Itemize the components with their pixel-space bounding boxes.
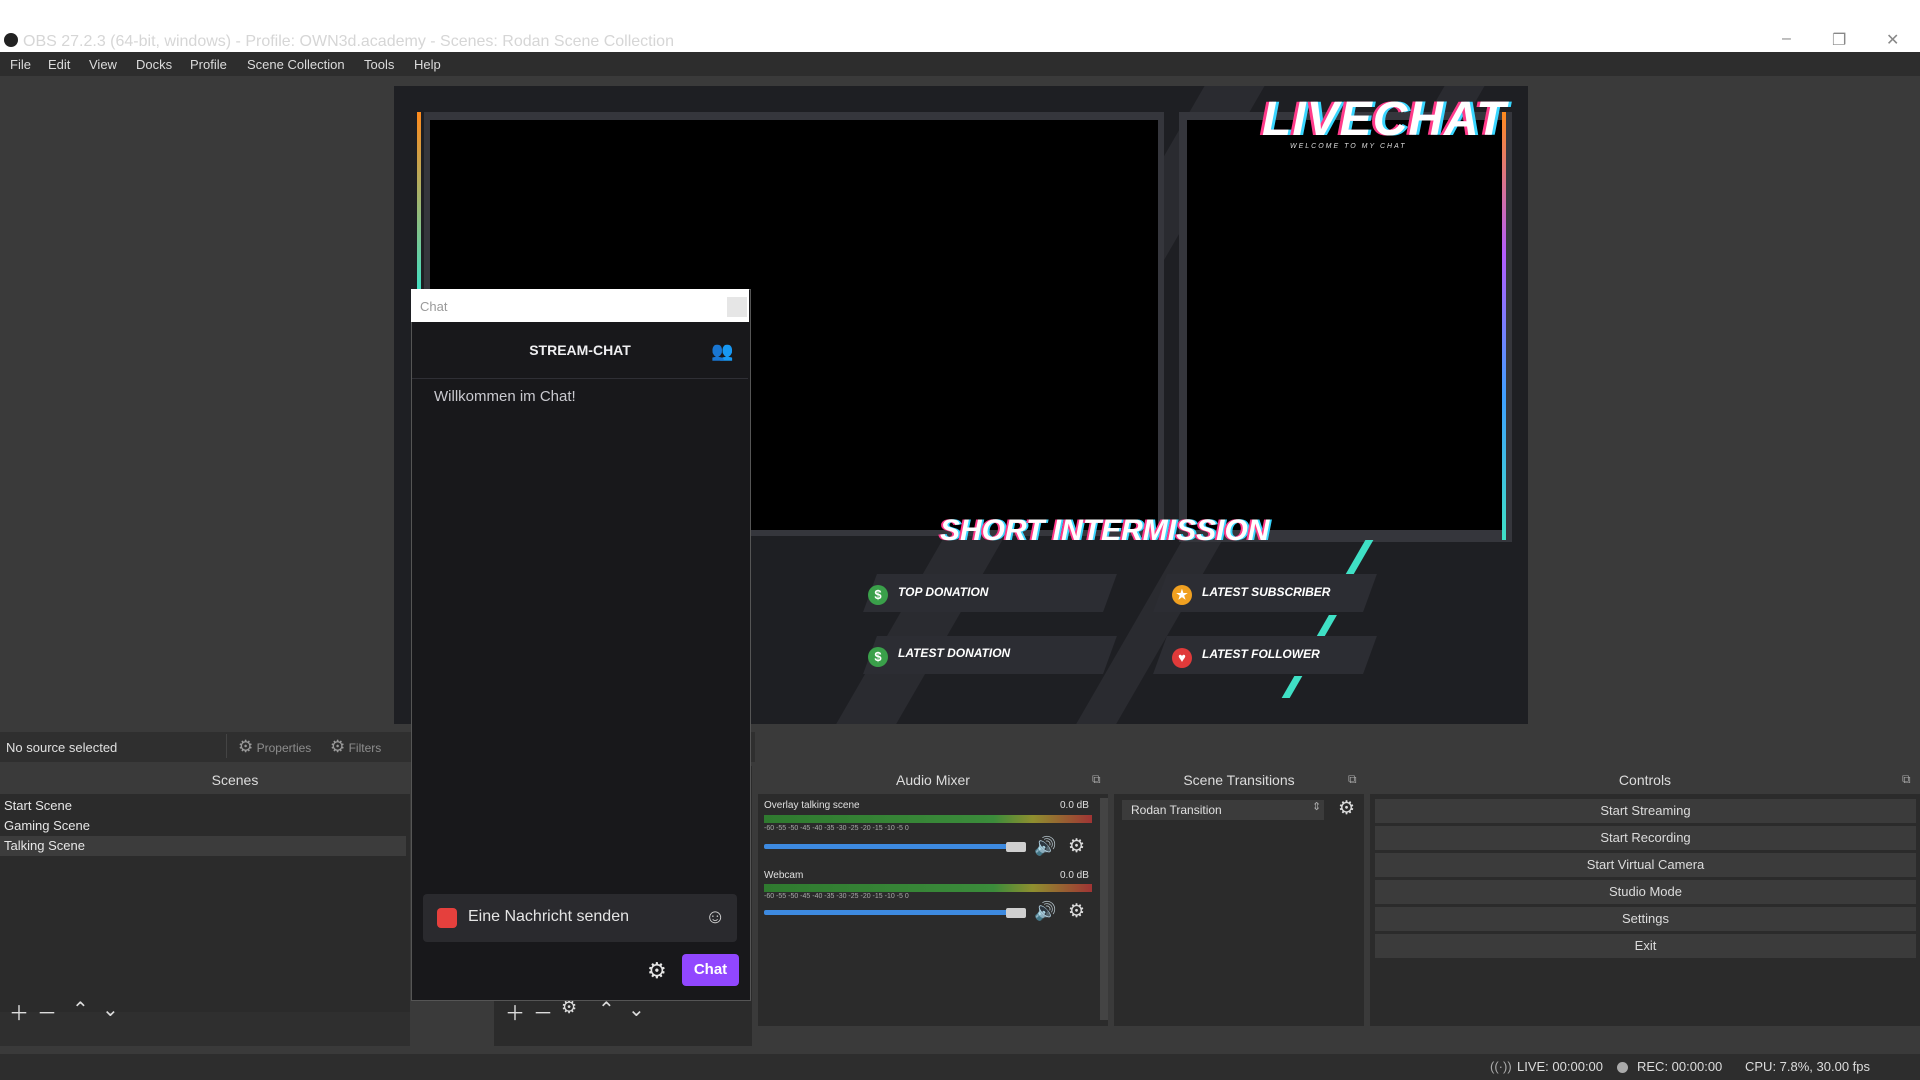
scene-item-start[interactable]: Start Scene: [4, 798, 72, 813]
volume-slider-track[interactable]: [764, 910, 1026, 915]
add-source-icon[interactable]: ＋: [505, 997, 525, 1026]
speaker-icon[interactable]: 🔊: [1034, 901, 1056, 922]
divider: [226, 734, 227, 758]
stat-latest-follower: LATEST FOLLOWER: [1202, 647, 1320, 661]
channel-name: Overlay talking scene: [764, 800, 860, 811]
exit-button[interactable]: Exit: [1375, 934, 1916, 958]
scene-item-talking[interactable]: Talking Scene: [4, 838, 85, 853]
chat-input-placeholder: Eine Nachricht senden: [468, 908, 629, 925]
chat-send-button[interactable]: Chat: [682, 954, 739, 986]
volume-meter: [764, 815, 1092, 823]
studio-mode-button[interactable]: Studio Mode: [1375, 880, 1916, 904]
webcam-window: [1187, 120, 1504, 530]
chat-address-bar: [411, 289, 749, 322]
channel-level: 0.0 dB: [1060, 870, 1089, 881]
stat-top-donation: TOP DONATION: [898, 585, 989, 599]
window-title: OBS 27.2.3 (64-bit, windows) - Profile: …: [23, 33, 674, 50]
rec-dot-icon: [1617, 1062, 1628, 1073]
broadcast-icon: ((·)): [1490, 1059, 1512, 1074]
volume-slider-handle[interactable]: [1006, 908, 1026, 918]
channel-name: Webcam: [764, 870, 804, 881]
menu-scene-collection[interactable]: Scene Collection: [247, 57, 345, 72]
transition-settings-icon[interactable]: ⚙: [1338, 797, 1355, 820]
add-scene-icon[interactable]: ＋: [9, 997, 29, 1026]
channel-settings-icon[interactable]: ⚙: [1068, 900, 1085, 923]
filters-label: Filters: [348, 741, 382, 755]
menu-file[interactable]: File: [10, 57, 31, 72]
start-recording-button[interactable]: Start Recording: [1375, 826, 1916, 850]
heart-icon: ♥: [1172, 648, 1192, 668]
transition-select-value: Rodan Transition: [1131, 803, 1222, 817]
chat-welcome-message: Willkommen im Chat!: [434, 388, 576, 405]
volume-slider-track[interactable]: [764, 844, 1026, 849]
chat-title: STREAM-CHAT: [529, 342, 631, 358]
chat-address-button[interactable]: [727, 297, 747, 317]
menu-docks[interactable]: Docks: [136, 57, 172, 72]
source-status: No source selected: [6, 740, 118, 755]
controls-header: Controls: [1370, 766, 1920, 794]
filter-icon: ⚙: [330, 737, 346, 756]
volume-slider-handle[interactable]: [1006, 842, 1026, 852]
remove-scene-icon[interactable]: －: [37, 997, 57, 1026]
menu-profile[interactable]: Profile: [190, 57, 227, 72]
intermission-title: SHORT INTERMISSION: [940, 514, 1270, 547]
gear-icon: ⚙: [238, 737, 254, 756]
chat-settings-icon[interactable]: ⚙: [647, 958, 667, 984]
move-up-icon[interactable]: ⌃: [72, 997, 89, 1022]
meter-ticks: -60 -55 -50 -45 -40 -35 -30 -25 -20 -15 …: [764, 893, 909, 900]
stat-latest-donation: LATEST DONATION: [898, 646, 1011, 660]
obs-logo-icon: [4, 33, 18, 47]
scenes-toolbar: [0, 1012, 410, 1046]
properties-button[interactable]: ⚙ Properties: [238, 737, 311, 757]
livechat-logo: LIVECHAT: [1262, 93, 1507, 146]
scene-item-gaming[interactable]: Gaming Scene: [4, 818, 90, 833]
volume-meter: [764, 884, 1092, 892]
chat-address-text[interactable]: Chat: [420, 299, 447, 314]
livechat-subtitle: WELCOME TO MY CHAT: [1290, 143, 1407, 150]
select-arrows-icon: ⇕: [1312, 801, 1322, 813]
stat-latest-subscriber: LATEST SUBSCRIBER: [1202, 585, 1331, 599]
scene-list: Start Scene Gaming Scene Talking Scene: [0, 796, 410, 896]
users-icon[interactable]: 👥: [711, 341, 733, 362]
menu-bar: File Edit View Docks Profile Scene Colle…: [0, 52, 1920, 76]
undock-icon[interactable]: ⧉: [1348, 772, 1357, 787]
channel-level: 0.0 dB: [1060, 800, 1089, 811]
undock-icon[interactable]: ⧉: [1902, 772, 1911, 787]
settings-button[interactable]: Settings: [1375, 907, 1916, 931]
move-down-icon[interactable]: ⌄: [102, 997, 119, 1022]
properties-label: Properties: [256, 741, 312, 755]
status-bar: ((·)) LIVE: 00:00:00 REC: 00:00:00 CPU: …: [0, 1054, 1920, 1080]
filters-button[interactable]: ⚙ Filters: [330, 737, 381, 757]
rec-time: REC: 00:00:00: [1637, 1059, 1723, 1074]
camera-icon: [437, 908, 457, 928]
channel-settings-icon[interactable]: ⚙: [1068, 835, 1085, 858]
menu-help[interactable]: Help: [414, 57, 441, 72]
scene-transitions-header: Scene Transitions: [1114, 766, 1364, 794]
remove-source-icon[interactable]: －: [533, 997, 553, 1026]
start-virtual-camera-button[interactable]: Start Virtual Camera: [1375, 853, 1916, 877]
neon-bar-right: [1502, 112, 1506, 540]
start-streaming-button[interactable]: Start Streaming: [1375, 799, 1916, 823]
audio-mixer-header: Audio Mixer: [758, 766, 1108, 794]
speaker-icon[interactable]: 🔊: [1034, 836, 1056, 857]
maximize-button[interactable]: ❐: [1832, 30, 1846, 50]
cpu-fps: CPU: 7.8%, 30.00 fps: [1745, 1059, 1871, 1074]
menu-tools[interactable]: Tools: [364, 57, 394, 72]
emoji-icon[interactable]: ☺: [705, 906, 725, 929]
neon-bar-left: [417, 112, 421, 292]
menu-view[interactable]: View: [89, 57, 117, 72]
live-time: LIVE: 00:00:00: [1517, 1059, 1604, 1074]
meter-ticks: -60 -55 -50 -45 -40 -35 -30 -25 -20 -15 …: [764, 825, 909, 832]
undock-icon[interactable]: ⧉: [1092, 772, 1101, 787]
menu-edit[interactable]: Edit: [48, 57, 70, 72]
mixer-scrollbar[interactable]: [1100, 798, 1108, 1020]
star-icon: ★: [1172, 585, 1192, 605]
dollar-icon: $: [868, 647, 888, 667]
minimize-button[interactable]: –: [1782, 30, 1791, 48]
dollar-icon: $: [868, 585, 888, 605]
close-button[interactable]: ✕: [1886, 30, 1899, 50]
scenes-header: Scenes: [0, 766, 470, 794]
